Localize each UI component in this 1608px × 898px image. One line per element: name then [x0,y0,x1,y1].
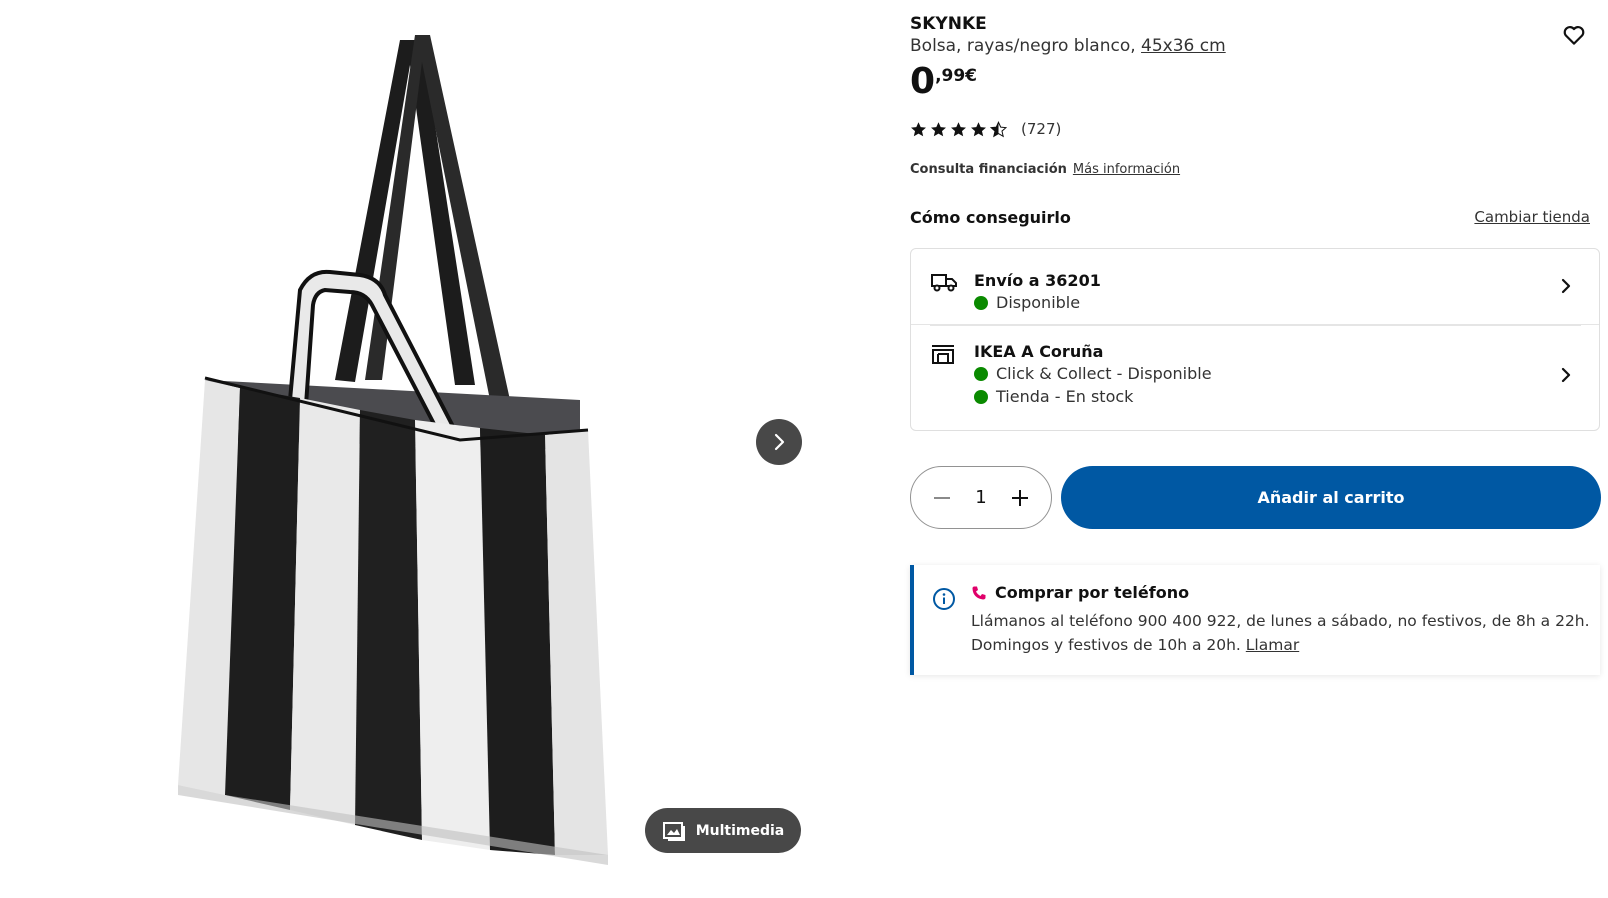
rating-stars [910,120,1007,138]
price-integer: 0 [910,61,936,102]
product-description-text: Bolsa, rayas/negro blanco, [910,36,1142,56]
heart-icon [1563,26,1585,45]
multimedia-label: Multimedia [695,822,785,839]
status-dot [974,389,988,404]
star-icon [971,121,986,136]
price-decimal: ,99€ [935,66,978,86]
phone-description: Llámanos al teléfono 900 400 922, de lun… [971,609,1591,657]
phone-title-row: Comprar por teléfono [971,583,1189,602]
phone-title: Comprar por teléfono [995,583,1190,602]
quantity-stepper: 1 [910,466,1052,529]
store-title: IKEA A Coruña [974,342,1104,361]
gallery-icon [662,821,685,841]
click-collect-text: Click & Collect - Disponible [996,364,1212,383]
phone-icon [972,586,986,599]
product-rating[interactable]: (727) [910,120,1061,138]
change-store-link[interactable]: Cambiar tienda [1474,208,1590,226]
delivery-status-text: Disponible [996,293,1081,312]
phone-purchase-box: Comprar por teléfono Llámanos al teléfon… [910,565,1600,675]
availability-box: Envío a 36201 Disponible IKEA A Coruña C… [910,248,1600,431]
store-icon [932,345,954,364]
quantity-value[interactable]: 1 [975,487,986,508]
multimedia-button[interactable]: Multimedia [645,808,801,853]
store-stock-status: Tienda - En stock [974,387,1133,406]
info-icon [933,588,955,610]
minus-icon [934,496,950,499]
next-image-button[interactable] [756,419,802,465]
delivery-option[interactable]: Envío a 36201 Disponible [911,249,1599,325]
chevron-right-icon [1561,278,1571,294]
truck-icon [931,274,957,292]
click-collect-status: Click & Collect - Disponible [974,364,1212,383]
star-icon [931,121,946,136]
status-dot [974,295,988,310]
product-description: Bolsa, rayas/negro blanco, 45x36 cm [910,36,1226,56]
star-icon [911,121,926,136]
product-size-link[interactable]: 45x36 cm [1141,36,1226,56]
increase-quantity-button[interactable] [1007,485,1033,511]
call-link[interactable]: Llamar [1246,636,1299,654]
status-dot [974,366,988,381]
financing-row: Consulta financiación Más información [910,162,1180,177]
store-stock-text: Tienda - En stock [996,387,1134,406]
product-price: 0 ,99€ [910,60,977,104]
product-name: SKYNKE [910,14,987,34]
financing-more-link[interactable]: Más información [1073,162,1180,177]
product-media: Multimedia [0,0,850,898]
store-option[interactable]: IKEA A Coruña Click & Collect - Disponib… [911,325,1599,431]
financing-label: Consulta financiación [910,162,1067,177]
half-star-icon [990,120,1007,137]
product-image [178,35,608,865]
delivery-status: Disponible [974,293,1080,312]
chevron-right-icon [774,433,785,451]
decrease-quantity-button[interactable] [929,485,955,511]
delivery-title: Envío a 36201 [974,271,1101,290]
add-to-cart-button[interactable]: Añadir al carrito [1061,466,1601,529]
rating-count: (727) [1021,120,1062,138]
favourite-button[interactable] [1561,22,1587,48]
star-icon [951,121,966,136]
chevron-right-icon [1561,367,1571,383]
plus-icon [1011,489,1028,506]
how-to-get-title: Cómo conseguirlo [910,208,1071,227]
